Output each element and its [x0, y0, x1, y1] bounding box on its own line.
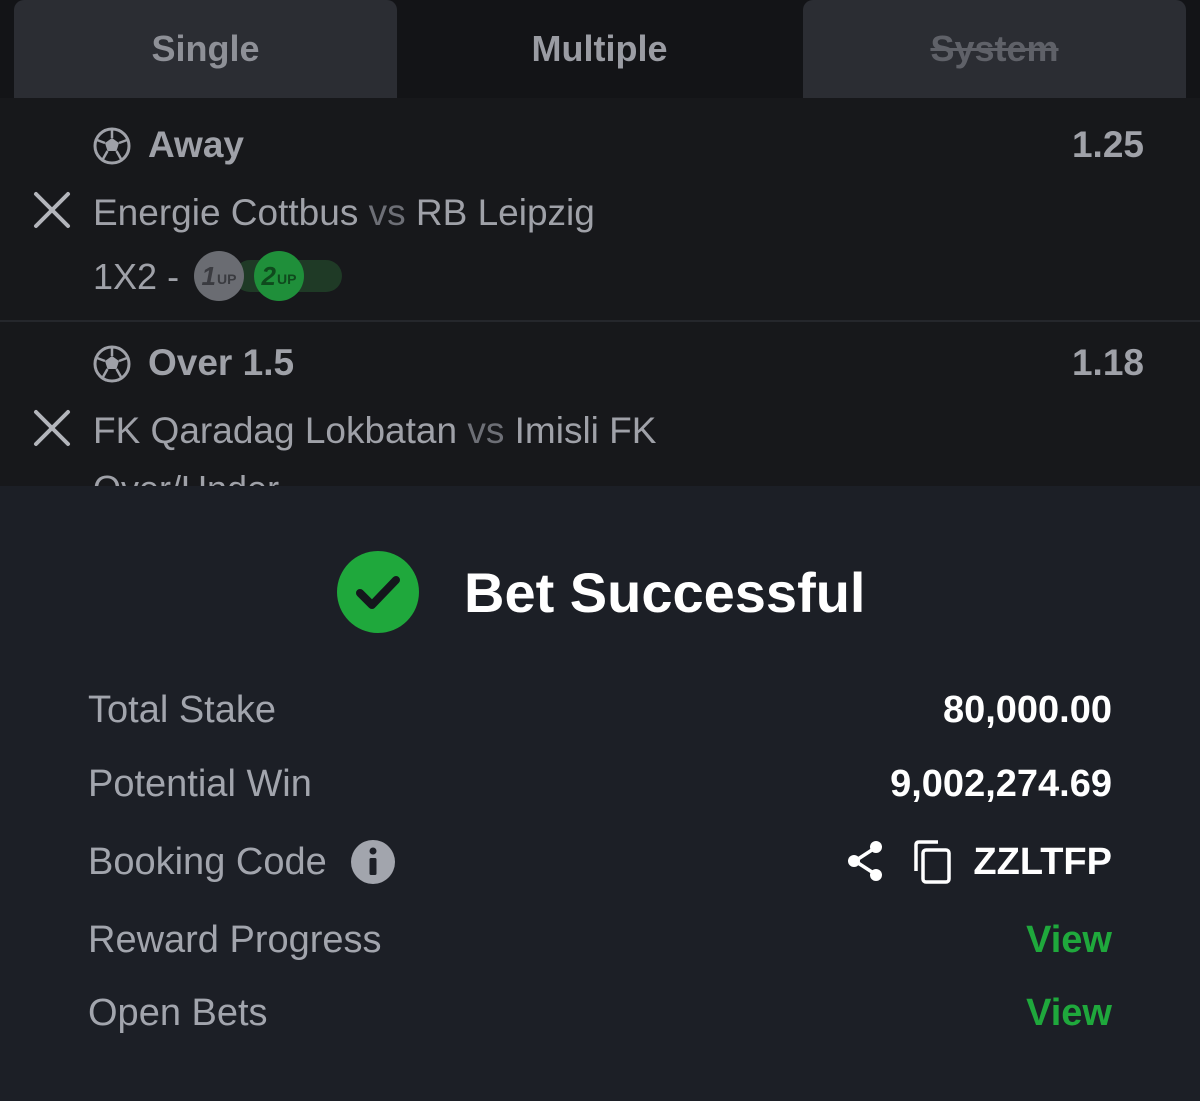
market-name: Over/Under: [93, 468, 279, 486]
reward-progress-view-link[interactable]: View: [1026, 919, 1112, 962]
market-separator: -: [167, 256, 180, 297]
tab-multiple[interactable]: Multiple: [408, 0, 791, 98]
home-team: FK Qaradag Lokbatan: [93, 410, 458, 451]
home-team: Energie Cottbus: [93, 192, 359, 233]
badge-suffix: UP: [217, 271, 237, 287]
open-bets-label: Open Bets: [88, 992, 268, 1034]
total-stake-value: 80,000.00: [942, 689, 1112, 731]
bet-success-panel: Bet Successful Total Stake 80,000.00 Pot…: [0, 486, 1200, 1101]
match-name: FK Qaradag Lokbatan vs Imisli FK: [93, 410, 656, 452]
soccer-ball-icon: [93, 127, 131, 165]
info-icon[interactable]: [350, 839, 396, 885]
success-title: Bet Successful: [464, 560, 866, 624]
total-stake-label: Total Stake: [88, 689, 276, 731]
tab-system[interactable]: System: [803, 0, 1186, 98]
market-label: 1X2: [93, 256, 158, 297]
selection-odds: 1.25: [1071, 124, 1144, 165]
match-name: Energie Cottbus vs RB Leipzig: [93, 192, 595, 234]
betslip-tabs: Single Multiple System: [0, 0, 1200, 98]
booking-code-value[interactable]: ZZLTFP: [973, 841, 1112, 884]
total-stake-row: Total Stake 80,000.00: [88, 689, 1112, 739]
open-bets-row: Open Bets View: [88, 992, 1112, 1042]
share-icon[interactable]: [844, 839, 888, 883]
tab-single[interactable]: Single: [14, 0, 397, 98]
reward-progress-label: Reward Progress: [88, 919, 382, 961]
booking-code-label: Booking Code: [88, 841, 327, 883]
open-bets-view-link[interactable]: View: [1026, 992, 1112, 1035]
selection-pick: Away: [148, 124, 244, 165]
vs-label: vs: [467, 410, 505, 451]
success-header: Bet Successful: [336, 550, 866, 634]
soccer-ball-icon: [93, 345, 131, 383]
selection-pick: Over 1.5: [148, 342, 295, 383]
potential-win-label: Potential Win: [88, 763, 312, 805]
potential-win-value: 9,002,274.69: [890, 763, 1112, 805]
betslip-screen: Single Multiple System Away 1.25 Energie…: [0, 0, 1200, 1101]
vs-label: vs: [368, 192, 406, 233]
check-circle-icon: [337, 551, 419, 633]
bet-selection-list: Away 1.25 Energie Cottbus vs RB Leipzig …: [0, 98, 1200, 486]
close-icon[interactable]: [30, 188, 74, 232]
bet-selection: Away 1.25 Energie Cottbus vs RB Leipzig …: [0, 98, 1200, 322]
potential-win-row: Potential Win 9,002,274.69: [88, 763, 1112, 813]
booking-code-row: Booking Code ZZLTFP: [88, 839, 1112, 891]
one-up-badge: 1 UP: [194, 251, 244, 301]
away-team: Imisli FK: [514, 410, 657, 451]
market-name: 1X2 -: [93, 256, 179, 298]
badge-number: 1: [201, 260, 216, 291]
early-payout-badges: 1 UP 2 UP: [194, 251, 344, 301]
close-icon[interactable]: [30, 406, 74, 450]
reward-progress-row: Reward Progress View: [88, 919, 1112, 969]
badge-suffix: UP: [277, 271, 297, 287]
away-team: RB Leipzig: [415, 192, 595, 233]
two-up-badge: 2 UP: [254, 251, 304, 301]
badge-number: 2: [261, 260, 276, 291]
selection-odds: 1.18: [1071, 342, 1144, 383]
bet-selection: Over 1.5 1.18 FK Qaradag Lokbatan vs Imi…: [0, 322, 1200, 486]
copy-icon[interactable]: [910, 839, 954, 885]
